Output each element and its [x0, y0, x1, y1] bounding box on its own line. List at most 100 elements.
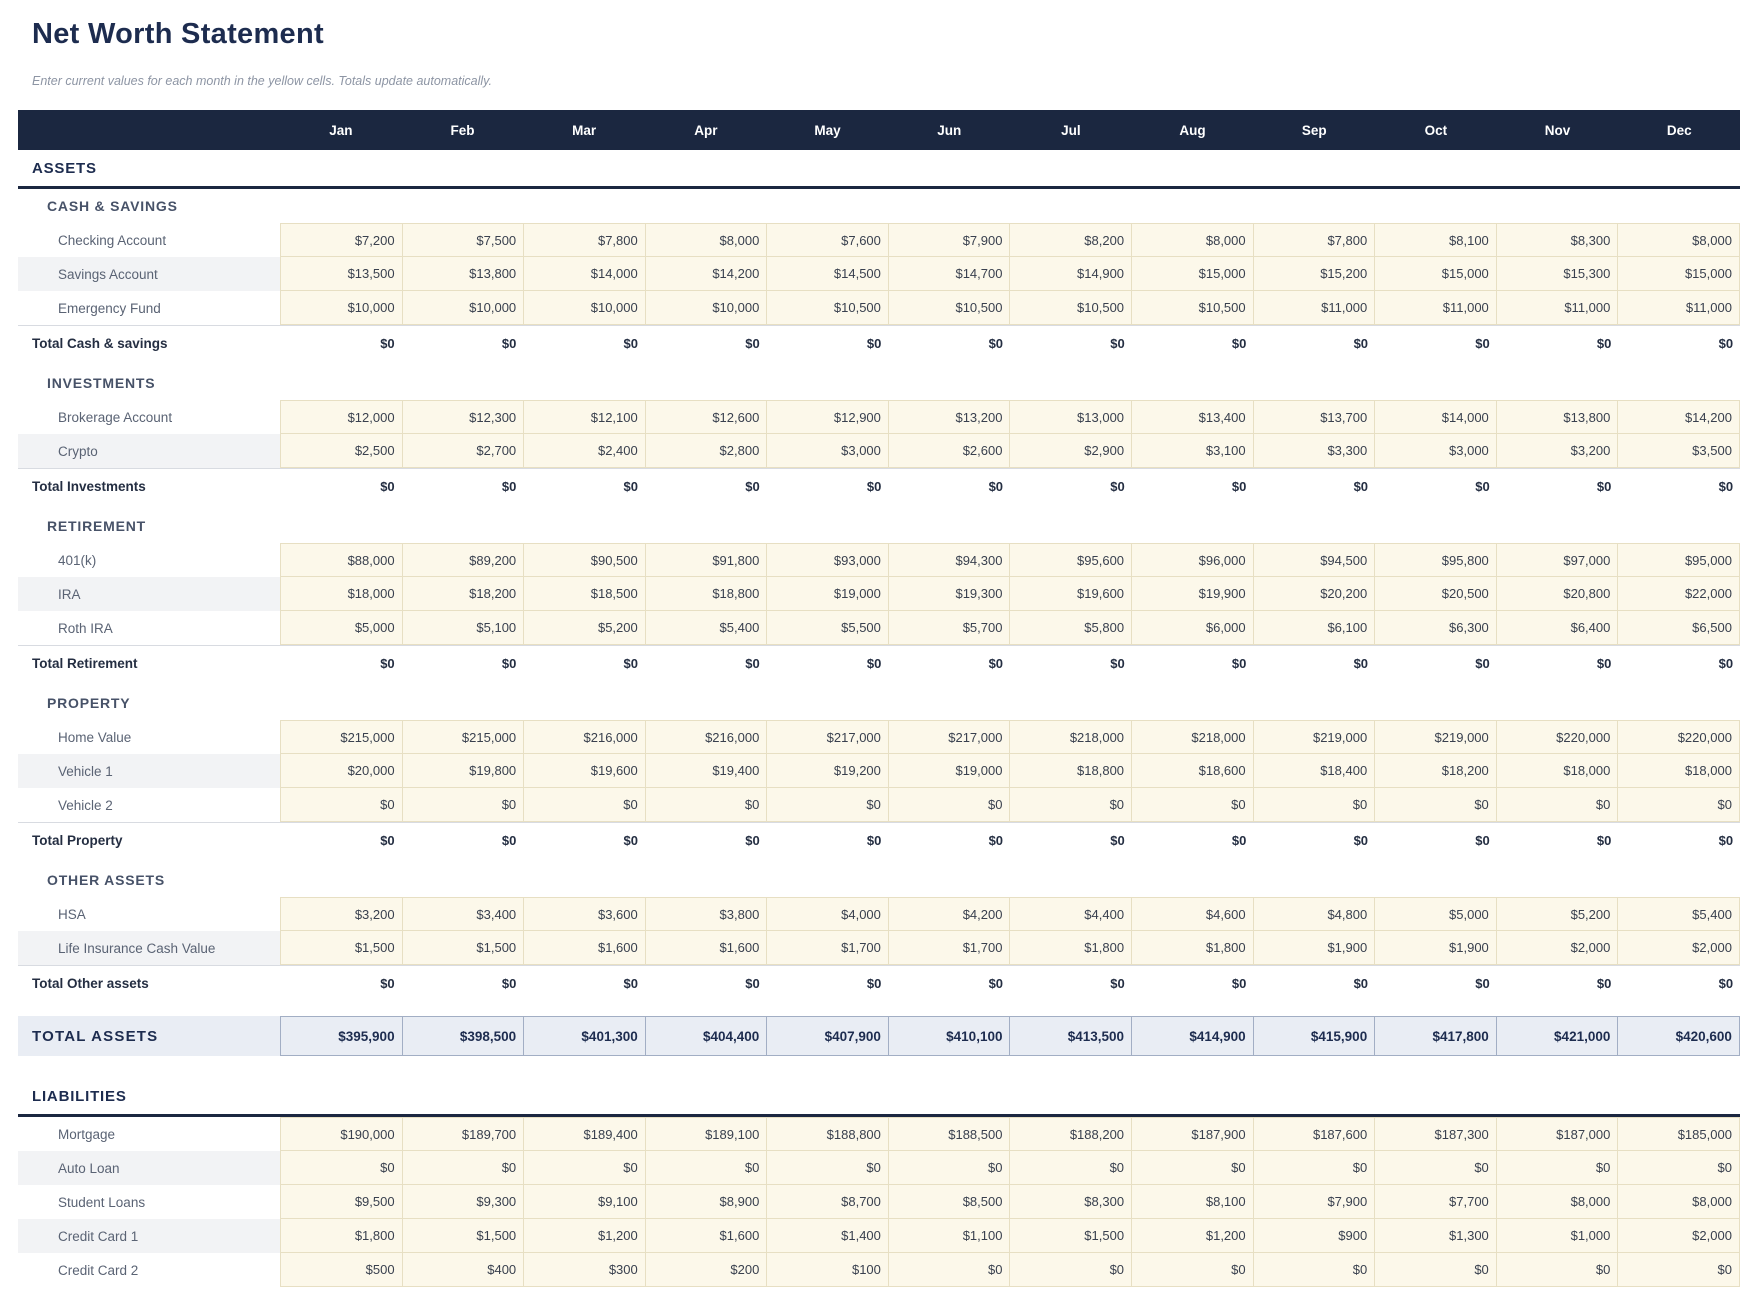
- value-cell[interactable]: $15,300: [1497, 257, 1619, 291]
- value-cell[interactable]: $9,300: [403, 1185, 525, 1219]
- value-cell[interactable]: $1,800: [1132, 931, 1254, 965]
- value-cell[interactable]: $18,500: [524, 577, 646, 611]
- value-cell[interactable]: $0: [1132, 1253, 1254, 1287]
- value-cell[interactable]: $8,000: [1132, 223, 1254, 257]
- value-cell[interactable]: $10,000: [280, 291, 403, 325]
- value-cell[interactable]: $5,400: [646, 611, 768, 645]
- value-cell[interactable]: $5,000: [1375, 897, 1497, 931]
- value-cell[interactable]: $1,500: [280, 931, 403, 965]
- value-cell[interactable]: $10,500: [889, 291, 1011, 325]
- value-cell[interactable]: $93,000: [767, 543, 889, 577]
- value-cell[interactable]: $200: [646, 1253, 768, 1287]
- value-cell[interactable]: $7,600: [767, 223, 889, 257]
- value-cell[interactable]: $1,400: [767, 1219, 889, 1253]
- value-cell[interactable]: $0: [1618, 1151, 1740, 1185]
- value-cell[interactable]: $7,900: [889, 223, 1011, 257]
- value-cell[interactable]: $94,300: [889, 543, 1011, 577]
- value-cell[interactable]: $8,000: [646, 223, 768, 257]
- value-cell[interactable]: $0: [403, 788, 525, 822]
- value-cell[interactable]: $89,200: [403, 543, 525, 577]
- value-cell[interactable]: $90,500: [524, 543, 646, 577]
- value-cell[interactable]: $217,000: [767, 720, 889, 754]
- value-cell[interactable]: $8,100: [1132, 1185, 1254, 1219]
- value-cell[interactable]: $8,100: [1375, 223, 1497, 257]
- value-cell[interactable]: $1,500: [403, 931, 525, 965]
- value-cell[interactable]: $95,600: [1010, 543, 1132, 577]
- value-cell[interactable]: $3,600: [524, 897, 646, 931]
- value-cell[interactable]: $218,000: [1132, 720, 1254, 754]
- value-cell[interactable]: $4,000: [767, 897, 889, 931]
- value-cell[interactable]: $13,700: [1254, 400, 1376, 434]
- value-cell[interactable]: $1,200: [524, 1219, 646, 1253]
- value-cell[interactable]: $6,400: [1497, 611, 1619, 645]
- value-cell[interactable]: $1,800: [280, 1219, 403, 1253]
- value-cell[interactable]: $3,000: [767, 434, 889, 468]
- value-cell[interactable]: $3,100: [1132, 434, 1254, 468]
- value-cell[interactable]: $1,600: [646, 931, 768, 965]
- value-cell[interactable]: $1,300: [1375, 1219, 1497, 1253]
- value-cell[interactable]: $219,000: [1254, 720, 1376, 754]
- value-cell[interactable]: $215,000: [280, 720, 403, 754]
- value-cell[interactable]: $19,000: [889, 754, 1011, 788]
- value-cell[interactable]: $2,900: [1010, 434, 1132, 468]
- value-cell[interactable]: $100: [767, 1253, 889, 1287]
- value-cell[interactable]: $0: [1010, 1253, 1132, 1287]
- value-cell[interactable]: $14,000: [1375, 400, 1497, 434]
- value-cell[interactable]: $1,500: [1010, 1219, 1132, 1253]
- value-cell[interactable]: $8,300: [1497, 223, 1619, 257]
- value-cell[interactable]: $15,000: [1132, 257, 1254, 291]
- value-cell[interactable]: $95,000: [1618, 543, 1740, 577]
- value-cell[interactable]: $20,000: [280, 754, 403, 788]
- value-cell[interactable]: $215,000: [403, 720, 525, 754]
- value-cell[interactable]: $189,400: [524, 1117, 646, 1151]
- value-cell[interactable]: $0: [889, 1151, 1011, 1185]
- value-cell[interactable]: $13,400: [1132, 400, 1254, 434]
- value-cell[interactable]: $8,500: [889, 1185, 1011, 1219]
- value-cell[interactable]: $5,500: [767, 611, 889, 645]
- value-cell[interactable]: $12,100: [524, 400, 646, 434]
- value-cell[interactable]: $88,000: [280, 543, 403, 577]
- value-cell[interactable]: $11,000: [1375, 291, 1497, 325]
- value-cell[interactable]: $0: [1375, 1253, 1497, 1287]
- value-cell[interactable]: $7,500: [403, 223, 525, 257]
- value-cell[interactable]: $19,200: [767, 754, 889, 788]
- value-cell[interactable]: $6,300: [1375, 611, 1497, 645]
- value-cell[interactable]: $188,200: [1010, 1117, 1132, 1151]
- value-cell[interactable]: $20,200: [1254, 577, 1376, 611]
- value-cell[interactable]: $19,900: [1132, 577, 1254, 611]
- value-cell[interactable]: $20,500: [1375, 577, 1497, 611]
- value-cell[interactable]: $185,000: [1618, 1117, 1740, 1151]
- value-cell[interactable]: $14,200: [646, 257, 768, 291]
- value-cell[interactable]: $1,900: [1375, 931, 1497, 965]
- value-cell[interactable]: $13,000: [1010, 400, 1132, 434]
- value-cell[interactable]: $0: [889, 1253, 1011, 1287]
- value-cell[interactable]: $6,100: [1254, 611, 1376, 645]
- value-cell[interactable]: $1,600: [524, 931, 646, 965]
- value-cell[interactable]: $15,000: [1375, 257, 1497, 291]
- value-cell[interactable]: $2,500: [280, 434, 403, 468]
- value-cell[interactable]: $7,200: [280, 223, 403, 257]
- value-cell[interactable]: $219,000: [1375, 720, 1497, 754]
- value-cell[interactable]: $8,000: [1618, 223, 1740, 257]
- value-cell[interactable]: $189,100: [646, 1117, 768, 1151]
- value-cell[interactable]: $0: [1254, 1151, 1376, 1185]
- value-cell[interactable]: $0: [403, 1151, 525, 1185]
- value-cell[interactable]: $5,100: [403, 611, 525, 645]
- value-cell[interactable]: $1,200: [1132, 1219, 1254, 1253]
- value-cell[interactable]: $4,600: [1132, 897, 1254, 931]
- value-cell[interactable]: $12,600: [646, 400, 768, 434]
- value-cell[interactable]: $190,000: [280, 1117, 403, 1151]
- value-cell[interactable]: $187,900: [1132, 1117, 1254, 1151]
- value-cell[interactable]: $2,400: [524, 434, 646, 468]
- value-cell[interactable]: $18,200: [1375, 754, 1497, 788]
- value-cell[interactable]: $0: [1010, 788, 1132, 822]
- value-cell[interactable]: $19,600: [1010, 577, 1132, 611]
- value-cell[interactable]: $13,500: [280, 257, 403, 291]
- value-cell[interactable]: $14,500: [767, 257, 889, 291]
- value-cell[interactable]: $187,600: [1254, 1117, 1376, 1151]
- value-cell[interactable]: $8,200: [1010, 223, 1132, 257]
- value-cell[interactable]: $10,500: [1010, 291, 1132, 325]
- value-cell[interactable]: $216,000: [646, 720, 768, 754]
- value-cell[interactable]: $0: [1497, 1151, 1619, 1185]
- value-cell[interactable]: $18,000: [280, 577, 403, 611]
